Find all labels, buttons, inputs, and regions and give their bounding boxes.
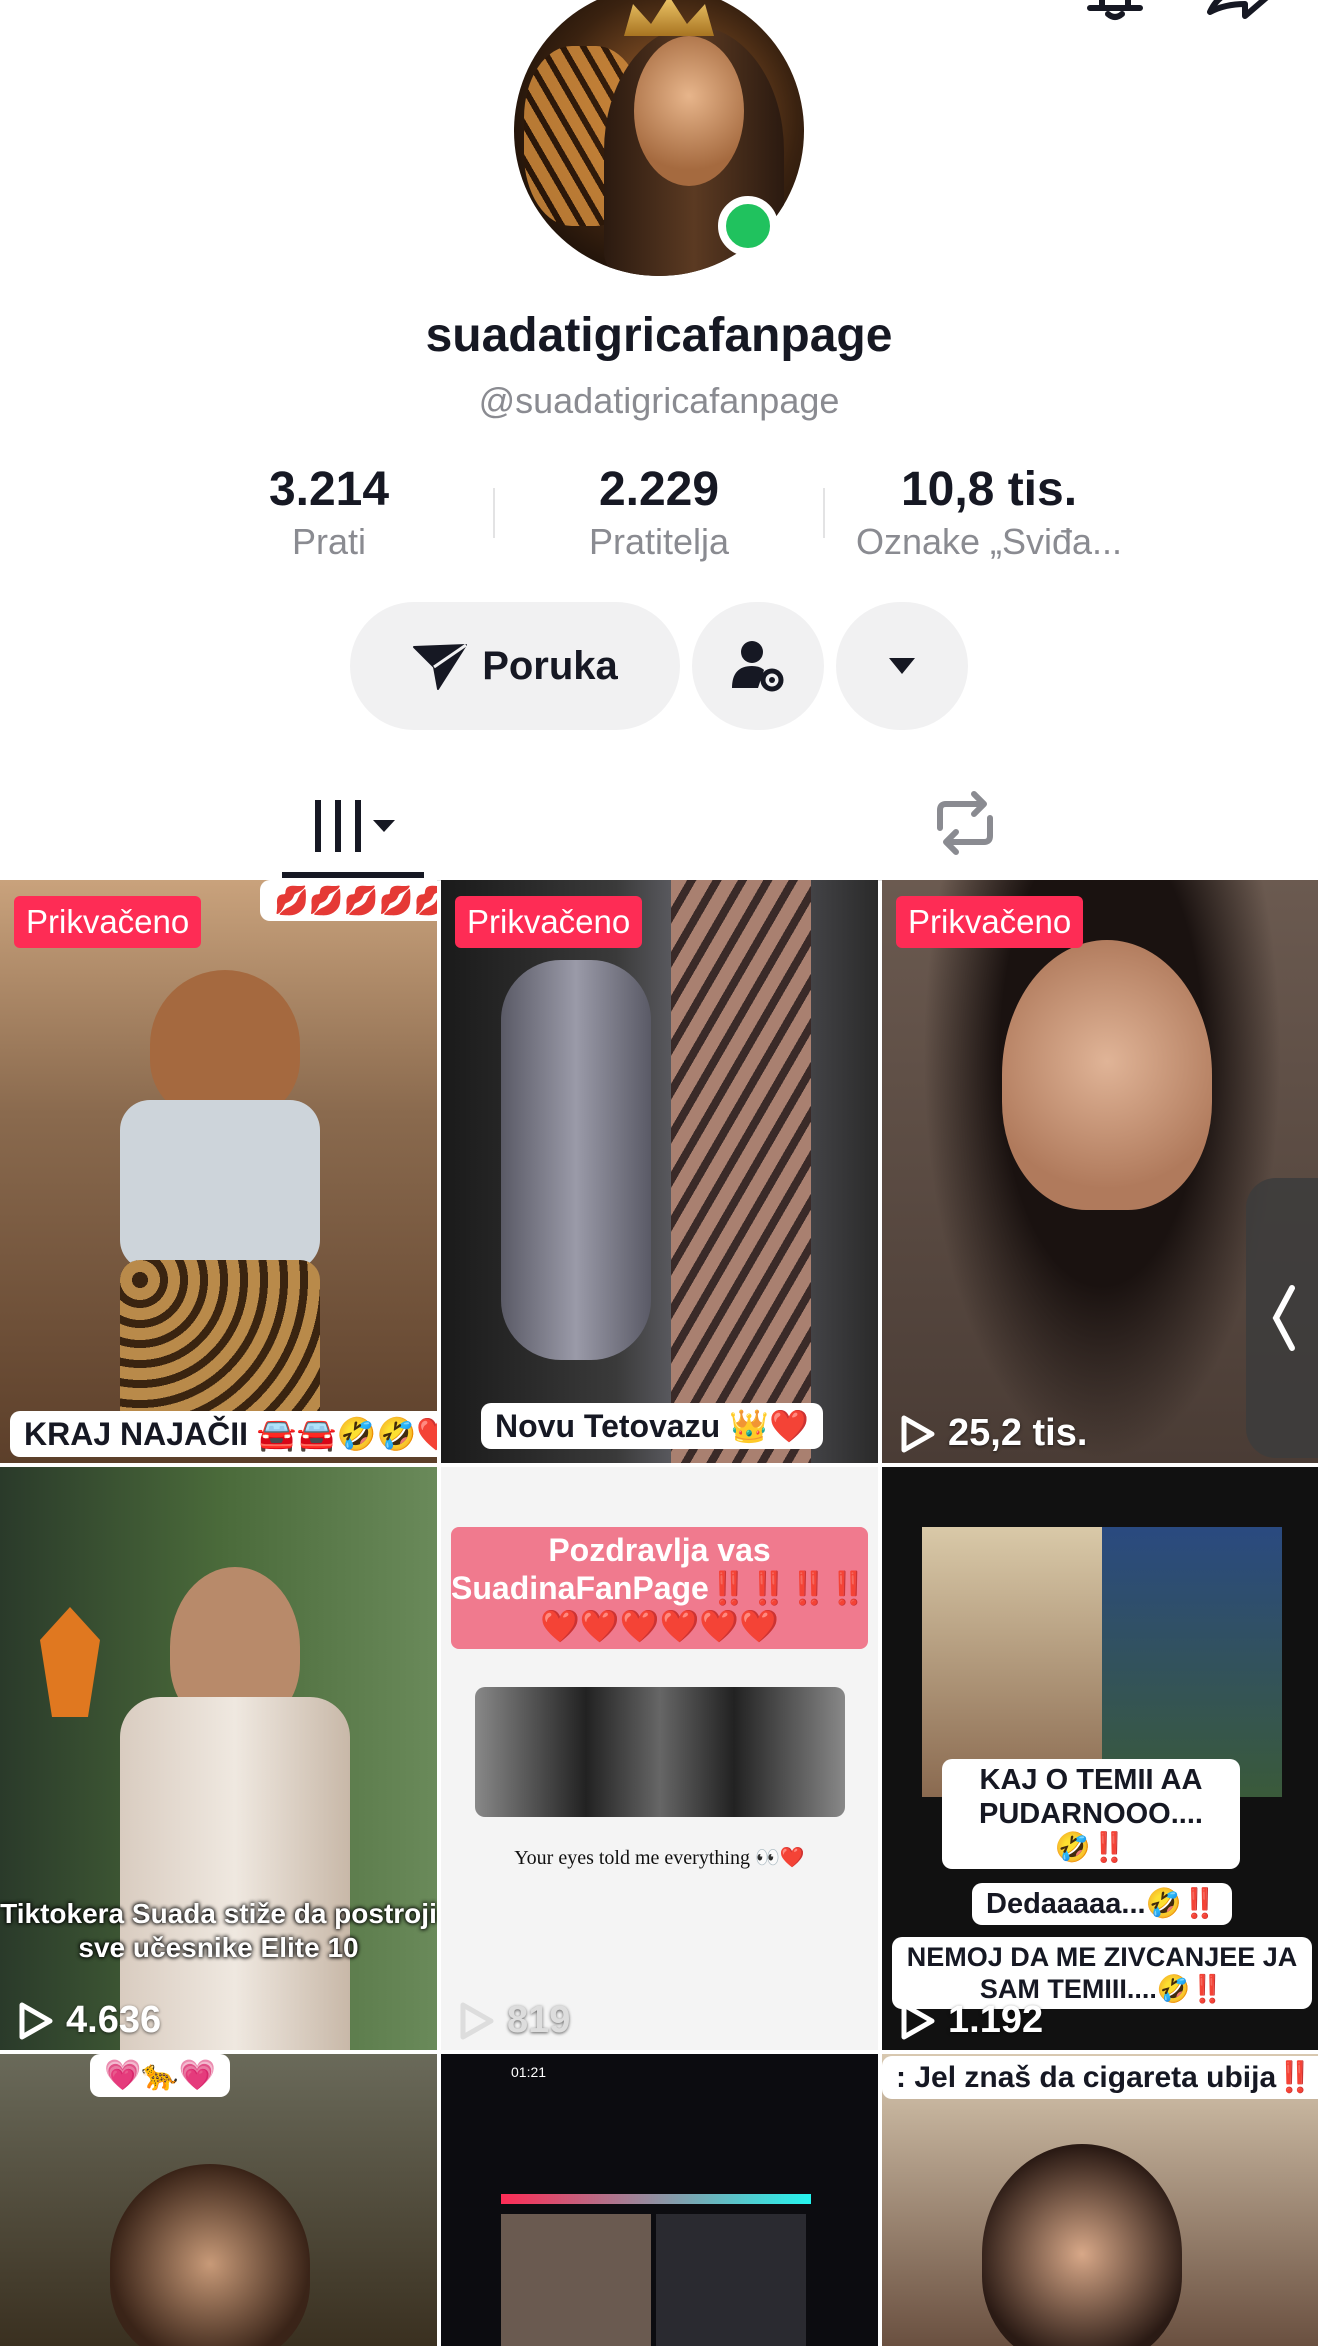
- video-thumbnail[interactable]: 💗🐆💗: [0, 2054, 437, 2346]
- stat-followers-value: 2.229: [598, 463, 720, 516]
- video-caption: KRAJ NAJAČII 🚘🚘🤣🤣❤️: [10, 1411, 437, 1457]
- view-count: 819: [459, 1999, 570, 2042]
- play-icon: [901, 1415, 935, 1452]
- view-count: 4.636: [18, 1999, 161, 2042]
- tab-indicator: [282, 872, 424, 878]
- play-icon: [19, 2002, 53, 2039]
- user-settings-button[interactable]: [692, 602, 824, 730]
- caret-down-icon: [889, 658, 915, 674]
- view-count: 25,2 tis.: [900, 1412, 1087, 1455]
- video-caption: Novu Tetovazu 👑❤️: [481, 1403, 823, 1449]
- repost-icon[interactable]: [920, 788, 1010, 858]
- grid-tab-icon: [315, 800, 395, 852]
- video-caption: Pozdravlja vas SuadinaFanPage‼️‼️‼️‼️ ❤️…: [451, 1527, 868, 1649]
- video-thumbnail[interactable]: KAJ O TEMII AA PUDARNOOO....🤣‼️ Dedaaaaa…: [882, 1467, 1318, 2050]
- tab-videos[interactable]: [280, 790, 426, 880]
- stat-following-value: 3.214: [268, 463, 390, 516]
- pinned-badge: Prikvačeno: [896, 896, 1084, 948]
- stat-following-label: Prati: [291, 521, 367, 562]
- chevron-left-icon[interactable]: [40, 0, 110, 22]
- video-thumbnail[interactable]: Tiktokera Suada stiže da postroji sve uč…: [0, 1467, 437, 2050]
- more-options-button[interactable]: [836, 602, 968, 730]
- profile-name: suadatigricafanpage: [425, 309, 893, 362]
- send-icon: [413, 643, 468, 690]
- pinned-badge: Prikvačeno: [455, 896, 643, 948]
- video-grid: 💋💋💋💋💋 Prikvačeno KRAJ NAJAČII 🚘🚘🤣🤣❤️ Pri…: [0, 880, 1318, 2346]
- video-caption: Tiktokera Suada stiže da postroji sve uč…: [0, 1898, 437, 1963]
- online-status-dot: [718, 196, 778, 256]
- eyes-image: [475, 1687, 845, 1817]
- chevron-left-icon: [1272, 1285, 1295, 1351]
- play-icon: [901, 2002, 935, 2039]
- pinned-badge: Prikvačeno: [14, 896, 202, 948]
- video-caption: : Jel znaš da cigareta ubija‼️: [882, 2056, 1318, 2099]
- stat-following[interactable]: 3.214 Prati: [164, 462, 494, 563]
- bell-icon[interactable]: [1080, 0, 1150, 22]
- share-icon[interactable]: [1200, 0, 1270, 22]
- stat-likes[interactable]: 10,8 tis. Oznake „Sviđa...: [824, 462, 1154, 563]
- stat-likes-value: 10,8 tis.: [900, 463, 1078, 516]
- profile-handle: @suadatigricafanpage: [478, 380, 840, 421]
- stat-followers[interactable]: 2.229 Pratitelja: [494, 462, 824, 563]
- video-thumbnail[interactable]: Prikvačeno Novu Tetovazu 👑❤️: [441, 880, 878, 1463]
- video-thumbnail[interactable]: 01:21: [441, 2054, 878, 2346]
- message-button-label: Poruka: [482, 643, 618, 688]
- play-icon: [460, 2002, 494, 2039]
- stat-likes-label: Oznake „Sviđa...: [855, 521, 1123, 562]
- video-thumbnail[interactable]: 💋💋💋💋💋 Prikvačeno KRAJ NAJAČII 🚘🚘🤣🤣❤️: [0, 880, 437, 1463]
- profile-tabs: [0, 770, 1318, 881]
- user-settings-icon: [732, 641, 784, 692]
- message-button[interactable]: Poruka: [350, 602, 680, 730]
- side-panel-handle[interactable]: [1246, 1178, 1318, 1458]
- video-caption: KAJ O TEMII AA PUDARNOOO....🤣‼️: [942, 1759, 1240, 1869]
- video-thumbnail[interactable]: Pozdravlja vas SuadinaFanPage‼️‼️‼️‼️ ❤️…: [441, 1467, 878, 2050]
- view-count: 1.192: [900, 1999, 1043, 2042]
- stat-followers-label: Pratitelja: [588, 521, 730, 562]
- crown-image: [624, 0, 714, 36]
- video-thumbnail[interactable]: : Jel znaš da cigareta ubija‼️: [882, 2054, 1318, 2346]
